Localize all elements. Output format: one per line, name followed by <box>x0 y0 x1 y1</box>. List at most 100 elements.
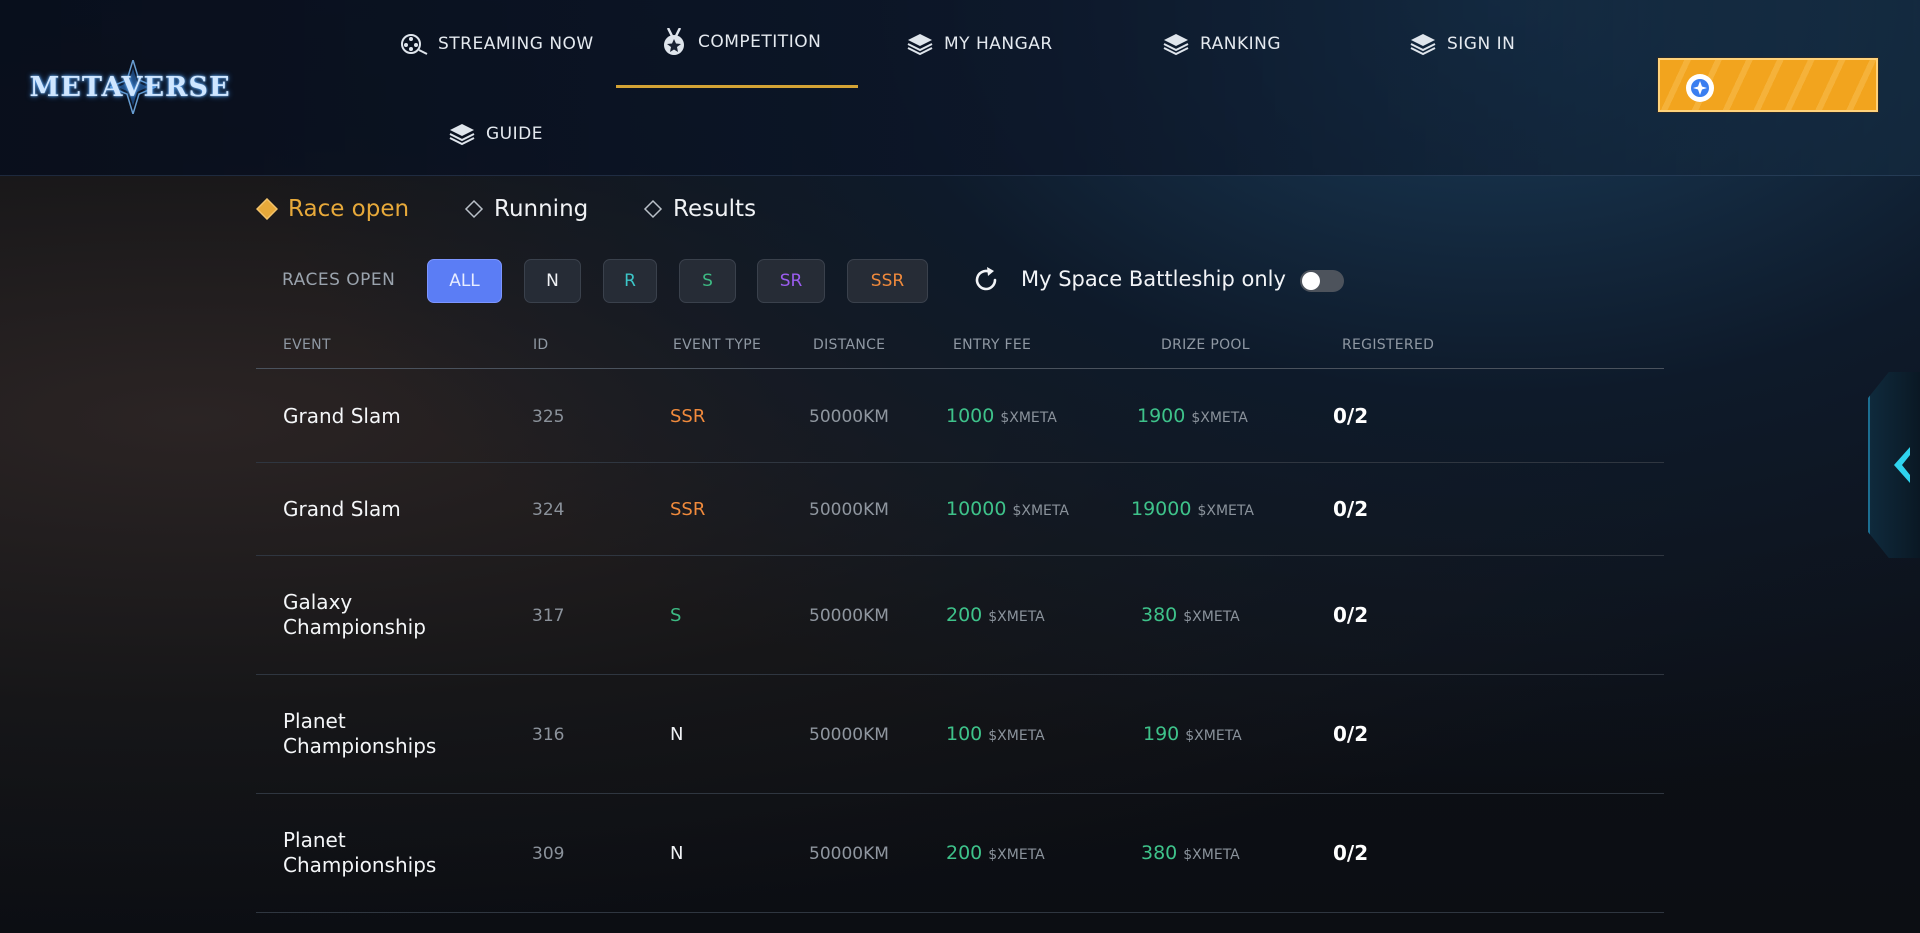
entry-fee: 10000 $XMETA <box>946 498 1069 520</box>
prize-pool: 1900 $XMETA <box>1137 405 1248 427</box>
metaverse-logo[interactable]: METAVERSE <box>29 58 230 116</box>
side-panel-toggle[interactable] <box>1868 372 1920 558</box>
prize-pool-unit: $XMETA <box>1185 728 1242 744</box>
filter-chip-all[interactable]: ALL <box>427 259 502 303</box>
prize-pool-value: 380 <box>1141 842 1178 864</box>
entry-fee-unit: $XMETA <box>988 847 1045 863</box>
col-header-registered: REGISTERED <box>1342 337 1435 353</box>
prize-pool-value: 380 <box>1141 604 1178 626</box>
tab-running[interactable]: Running <box>464 196 588 222</box>
entry-fee-value: 10000 <box>946 498 1007 520</box>
row-divider <box>256 793 1664 794</box>
event-name-line: Championships <box>283 734 437 758</box>
event-name-line: Planet <box>283 709 346 733</box>
nav-label: STREAMING NOW <box>438 34 594 54</box>
nav-label: COMPETITION <box>698 32 822 52</box>
races-open-label: RACES OPEN <box>282 270 396 290</box>
tab-label: Results <box>673 196 757 222</box>
compass-star-icon <box>1686 74 1714 102</box>
entry-fee: 1000 $XMETA <box>946 405 1057 427</box>
event-type: SSR <box>670 499 706 520</box>
distance: 50000KM <box>809 500 889 520</box>
prize-pool-unit: $XMETA <box>1197 503 1254 519</box>
prize-pool-unit: $XMETA <box>1183 609 1240 625</box>
nav-ranking[interactable]: RANKING <box>1162 30 1281 58</box>
row-divider <box>256 674 1664 675</box>
event-name: Galaxy Championship <box>283 590 426 640</box>
entry-fee-value: 1000 <box>946 405 995 427</box>
event-id: 325 <box>532 407 565 427</box>
entry-fee-value: 200 <box>946 604 983 626</box>
entry-fee-value: 100 <box>946 723 983 745</box>
layers-icon <box>1162 30 1190 58</box>
nav-label: GUIDE <box>486 124 543 144</box>
prize-pool-unit: $XMETA <box>1191 410 1248 426</box>
event-id: 324 <box>532 500 565 520</box>
tab-race-open[interactable]: Race open <box>256 196 409 222</box>
top-header: METAVERSE STREAMING NOW COMPETITION MY H… <box>0 0 1920 176</box>
film-reel-icon <box>400 30 428 58</box>
entry-fee: 200 $XMETA <box>946 604 1045 626</box>
logo-text: METAVERSE <box>29 71 231 103</box>
event-name: Grand Slam <box>283 404 401 428</box>
prize-pool-value: 190 <box>1143 723 1180 745</box>
distance: 50000KM <box>809 407 889 427</box>
layers-icon <box>906 30 934 58</box>
entry-fee-unit: $XMETA <box>1012 503 1069 519</box>
event-name: Planet Championships <box>283 828 436 878</box>
col-header-prize-pool: DRIZE POOL <box>1161 337 1250 353</box>
diamond-outline-icon <box>643 199 663 219</box>
event-name-line: Galaxy <box>283 590 353 614</box>
tab-label: Race open <box>288 196 410 222</box>
layers-icon <box>1409 30 1437 58</box>
medal-icon <box>660 28 688 56</box>
event-name-line: Planet <box>283 828 346 852</box>
prize-pool: 19000 $XMETA <box>1131 498 1254 520</box>
col-header-event-type: EVENT TYPE <box>673 337 762 353</box>
refresh-icon[interactable] <box>970 264 1002 296</box>
nav-label: MY HANGAR <box>944 34 1053 54</box>
distance: 50000KM <box>809 725 889 745</box>
wallet-button[interactable] <box>1658 58 1878 112</box>
tab-label: Running <box>494 196 589 222</box>
prize-pool-value: 19000 <box>1131 498 1192 520</box>
prize-pool: 380 $XMETA <box>1141 604 1240 626</box>
col-header-id: ID <box>533 337 549 353</box>
nav-label: RANKING <box>1200 34 1282 54</box>
event-type: N <box>670 724 684 745</box>
row-divider <box>256 912 1664 913</box>
registered-count: 0/2 <box>1333 722 1369 746</box>
nav-competition[interactable]: COMPETITION <box>660 28 821 56</box>
diamond-filled-icon <box>256 198 278 220</box>
filter-chip-sr[interactable]: SR <box>757 259 825 303</box>
entry-fee-unit: $XMETA <box>988 609 1045 625</box>
col-header-event: EVENT <box>283 337 331 353</box>
filter-chip-ssr[interactable]: SSR <box>847 259 928 303</box>
nav-active-underline <box>616 85 858 88</box>
tab-results[interactable]: Results <box>643 196 756 222</box>
prize-pool-value: 1900 <box>1137 405 1186 427</box>
event-name-line: Championship <box>283 615 426 639</box>
nav-my-hangar[interactable]: MY HANGAR <box>906 30 1053 58</box>
entry-fee-unit: $XMETA <box>1000 410 1057 426</box>
event-type: N <box>670 843 684 864</box>
event-type: S <box>670 605 682 626</box>
row-divider <box>256 462 1664 463</box>
col-header-distance: DISTANCE <box>813 337 886 353</box>
filter-chip-s[interactable]: S <box>679 259 736 303</box>
event-name: Grand Slam <box>283 497 401 521</box>
entry-fee: 100 $XMETA <box>946 723 1045 745</box>
prize-pool-unit: $XMETA <box>1183 847 1240 863</box>
my-battleship-only-toggle[interactable] <box>1300 270 1344 292</box>
nav-guide[interactable]: GUIDE <box>448 120 543 148</box>
layers-icon <box>448 120 476 148</box>
filter-chip-n[interactable]: N <box>524 259 581 303</box>
nav-sign-in[interactable]: SIGN IN <box>1409 30 1515 58</box>
filter-chip-r[interactable]: R <box>603 259 657 303</box>
diamond-outline-icon <box>464 199 484 219</box>
distance: 50000KM <box>809 606 889 626</box>
nav-label: SIGN IN <box>1447 34 1516 54</box>
nav-streaming-now[interactable]: STREAMING NOW <box>400 30 594 58</box>
my-battleship-only-label: My Space Battleship only <box>1021 267 1286 291</box>
entry-fee: 200 $XMETA <box>946 842 1045 864</box>
